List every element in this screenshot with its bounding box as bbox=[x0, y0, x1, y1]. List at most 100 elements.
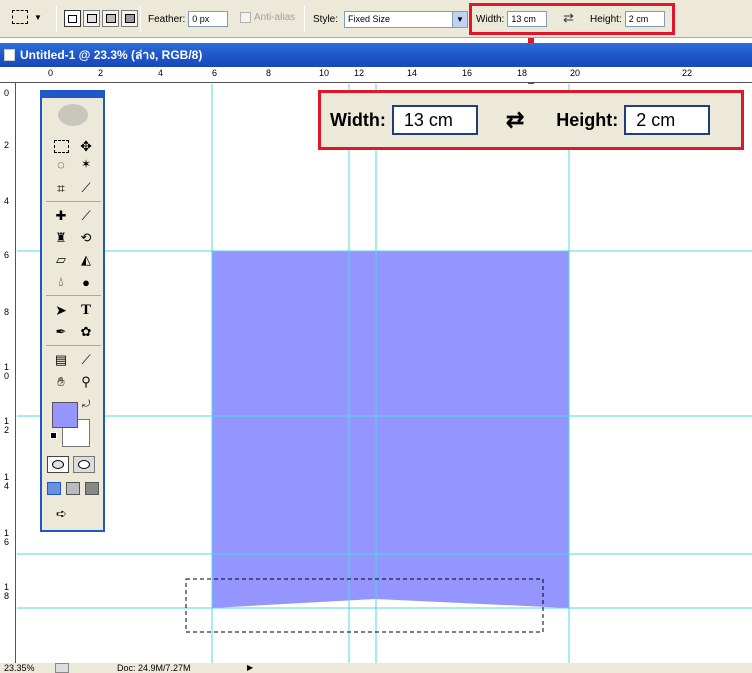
subtract-from-selection-button[interactable] bbox=[102, 10, 119, 27]
intersect-selection-icon bbox=[124, 14, 135, 23]
swap-dimensions-button[interactable]: ⇄ bbox=[563, 10, 574, 26]
healing-brush-tool[interactable]: ✚ bbox=[50, 206, 72, 226]
standard-screen-mode-button[interactable] bbox=[47, 482, 61, 495]
crop-icon: ⌗ bbox=[57, 179, 65, 196]
document-title-bar[interactable]: Untitled-1 @ 23.3% (ล่าง, RGB/8) bbox=[0, 43, 752, 67]
document-title: Untitled-1 @ 23.3% (ล่าง, RGB/8) bbox=[20, 47, 203, 62]
zoom-level[interactable]: 23.35% bbox=[4, 663, 35, 673]
default-colors-icon[interactable] bbox=[50, 432, 57, 439]
height-label: Height: bbox=[590, 13, 622, 25]
antialias-control: Anti-alias bbox=[240, 12, 295, 23]
status-icon[interactable] bbox=[55, 663, 69, 673]
quick-mask-icon bbox=[78, 460, 90, 469]
standard-mode-icon bbox=[52, 460, 64, 469]
add-to-selection-button[interactable] bbox=[83, 10, 100, 27]
style-dropdown[interactable]: Fixed Size ▼ bbox=[344, 11, 469, 28]
width-control: Width: 13 cm bbox=[476, 11, 548, 27]
horizontal-ruler[interactable]: 0 2 4 6 8 10 12 14 16 18 20 22 bbox=[0, 67, 752, 83]
pen-tool[interactable]: ✒ bbox=[50, 322, 72, 342]
height-input[interactable]: 2 cm bbox=[624, 11, 665, 27]
new-selection-icon bbox=[68, 14, 77, 23]
antialias-checkbox[interactable] bbox=[240, 12, 251, 23]
callout-height-input[interactable]: 2 cm bbox=[624, 105, 711, 135]
add-to-selection-icon bbox=[86, 14, 97, 23]
blur-tool[interactable]: 💧︎ bbox=[50, 272, 72, 292]
document-icon bbox=[4, 49, 15, 61]
slice-icon: ⟋ bbox=[81, 180, 91, 195]
path-selection-tool[interactable]: ➤ bbox=[50, 300, 72, 320]
dodge-tool[interactable]: ● bbox=[75, 272, 97, 292]
imageready-icon: ➪ bbox=[56, 506, 67, 521]
status-bar: 23.35% Doc: 24.9M/7.27M ▶ bbox=[0, 663, 752, 673]
ruler-tick-label: 2 bbox=[98, 68, 104, 78]
callout-width-input[interactable]: 13 cm bbox=[391, 105, 478, 135]
intersect-selection-button[interactable] bbox=[121, 10, 138, 27]
feather-label: Feather: bbox=[148, 13, 186, 25]
style-control: Style: Fixed Size ▼ bbox=[313, 11, 469, 28]
notes-tool[interactable]: ▤ bbox=[50, 350, 72, 370]
history-brush-icon: ⟲ bbox=[80, 230, 92, 245]
ruler-tick-label: 6 bbox=[4, 250, 10, 260]
paint-bucket-icon: ◭ bbox=[81, 252, 91, 267]
ruler-tick-label: 18 bbox=[517, 68, 528, 78]
options-bar: ▼ Feather: 0 px Anti-alias Style: Fixed … bbox=[0, 0, 752, 38]
eyedropper-tool[interactable]: ⟋ bbox=[75, 350, 97, 370]
rectangular-marquee-tool[interactable] bbox=[50, 136, 72, 156]
ruler-tick-label: 6 bbox=[212, 68, 218, 78]
ruler-tick-label: 4 bbox=[158, 68, 164, 78]
hand-tool[interactable]: ✋︎ bbox=[50, 372, 72, 392]
eraser-icon: ▱ bbox=[56, 252, 66, 267]
style-dropdown-value: Fixed Size bbox=[348, 14, 391, 24]
chevron-down-icon: ▼ bbox=[34, 12, 42, 22]
callout-width-label: Width: bbox=[330, 109, 386, 130]
full-screen-mode-button[interactable] bbox=[85, 482, 99, 495]
rectangular-marquee-icon bbox=[53, 139, 69, 153]
brush-tool[interactable]: ⟋ bbox=[75, 206, 97, 226]
doc-size-info: Doc: 24.9M/7.27M bbox=[117, 663, 191, 673]
type-tool[interactable]: T bbox=[75, 300, 97, 320]
height-control: Height: 2 cm bbox=[590, 11, 665, 27]
ruler-tick-label: 12 bbox=[4, 416, 10, 435]
lasso-tool[interactable]: ◌ bbox=[50, 154, 72, 174]
custom-shape-tool[interactable]: ✿ bbox=[75, 322, 97, 342]
status-menu-arrow-icon[interactable]: ▶ bbox=[247, 663, 253, 672]
eyedropper-icon: ⟋ bbox=[81, 352, 91, 367]
magic-wand-tool[interactable]: ✶ bbox=[75, 154, 97, 174]
ruler-tick-label: 14 bbox=[407, 68, 418, 78]
type-icon: T bbox=[80, 301, 91, 318]
ruler-tick-label: 14 bbox=[4, 472, 10, 491]
zoom-tool[interactable]: ⚲ bbox=[75, 372, 97, 392]
swap-arrows-icon: ⇄ bbox=[505, 107, 525, 132]
ruler-tick-label: 10 bbox=[319, 68, 330, 78]
ruler-tick-label: 12 bbox=[354, 68, 365, 78]
ruler-tick-label: 8 bbox=[266, 68, 272, 78]
tool-preset-picker[interactable]: ▼ bbox=[12, 10, 42, 24]
jump-to-imageready-button[interactable]: ➪ bbox=[56, 506, 67, 522]
crop-tool[interactable]: ⌗ bbox=[50, 178, 72, 198]
canvas[interactable] bbox=[17, 84, 752, 663]
eraser-tool[interactable]: ▱ bbox=[50, 250, 72, 270]
move-icon: ✥ bbox=[80, 137, 92, 154]
ruler-tick-label: 16 bbox=[4, 528, 10, 547]
width-input[interactable]: 13 cm bbox=[507, 11, 548, 27]
tools-palette-titlebar[interactable] bbox=[42, 92, 103, 98]
ruler-tick-label: 8 bbox=[4, 307, 10, 317]
swap-colors-icon[interactable]: ⤾ bbox=[82, 399, 90, 410]
magnifier-icon: ⚲ bbox=[81, 374, 91, 389]
brush-icon: ⟋ bbox=[81, 208, 91, 223]
history-brush-tool[interactable]: ⟲ bbox=[75, 228, 97, 248]
ruler-tick-label: 4 bbox=[4, 196, 10, 206]
standard-mode-button[interactable] bbox=[47, 456, 69, 473]
move-tool[interactable]: ✥ bbox=[75, 136, 97, 156]
ruler-tick-label: 22 bbox=[682, 68, 693, 78]
quick-mask-button[interactable] bbox=[73, 456, 95, 473]
ruler-tick-label: 16 bbox=[462, 68, 473, 78]
new-selection-button[interactable] bbox=[64, 10, 81, 27]
feather-input[interactable]: 0 px bbox=[188, 11, 229, 27]
clone-stamp-tool[interactable]: ♜ bbox=[50, 228, 72, 248]
paint-bucket-tool[interactable]: ◭ bbox=[75, 250, 97, 270]
full-screen-menu-mode-button[interactable] bbox=[66, 482, 80, 495]
vertical-ruler[interactable]: 0 2 4 6 8 10 12 14 16 18 bbox=[0, 83, 16, 663]
slice-tool[interactable]: ⟋ bbox=[75, 178, 97, 198]
foreground-color-swatch[interactable] bbox=[52, 402, 78, 428]
